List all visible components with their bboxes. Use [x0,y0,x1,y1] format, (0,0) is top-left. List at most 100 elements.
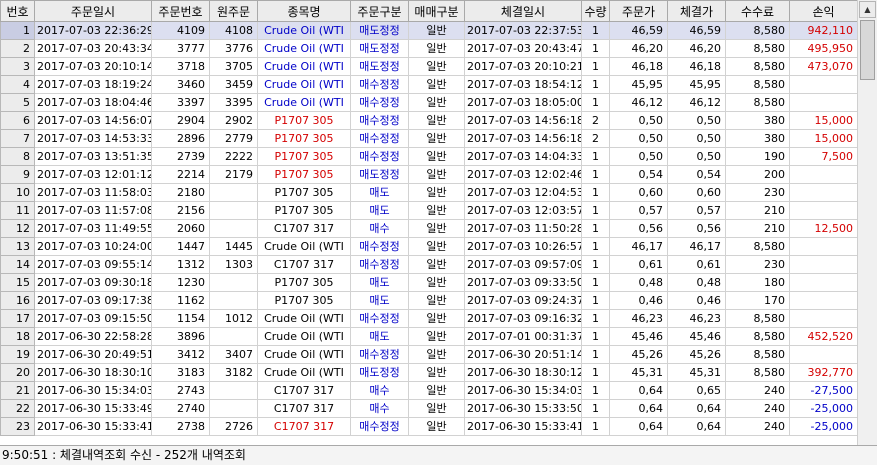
order-type-cell: 매도정정 [350,39,409,58]
column-header[interactable]: 체결가 [667,0,726,22]
table-row[interactable]: 4 2017-07-03 18:19:24 3460 3459 Crude Oil (W… [0,75,857,94]
trade-type-cell: 일반 [408,255,465,274]
order-time-cell: 2017-06-30 15:33:41 [34,417,152,436]
table-row[interactable]: 1 2017-07-03 22:36:29 4109 4108 Crude Oil (W… [0,21,857,40]
order-type-cell: 매도 [350,291,409,310]
symbol-cell: P1707 305 [257,291,351,310]
table-row[interactable]: 8 2017-07-03 13:51:35 2739 2222 P1707 305 매수정… [0,147,857,166]
table-row[interactable]: 7 2017-07-03 14:53:33 2896 2779 P1707 305 매수정… [0,129,857,148]
trade-type-cell: 일반 [408,21,465,40]
fee-cell: 8,580 [725,57,790,76]
fee-cell: 230 [725,183,790,202]
order-no-cell: 2743 [151,381,210,400]
table-row[interactable]: 14 2017-07-03 09:55:14 1312 1303 C1707 317 매수… [0,255,857,274]
order-time-cell: 2017-07-03 10:24:00 [34,237,152,256]
table-row[interactable]: 23 2017-06-30 15:33:41 2738 2726 C1707 317 매수… [0,417,857,436]
fill-time-cell: 2017-07-03 12:02:46 [464,165,582,184]
fill-time-cell: 2017-07-03 18:05:00 [464,93,582,112]
trade-type-cell: 일반 [408,417,465,436]
scroll-up-icon[interactable]: ▲ [859,1,876,18]
table-row[interactable]: 15 2017-07-03 09:30:18 1230 P1707 305 매도 일반 20… [0,273,857,292]
column-header[interactable]: 종목명 [257,0,351,22]
table-row[interactable]: 22 2017-06-30 15:33:49 2740 C1707 317 매수 일반 20… [0,399,857,418]
pnl-cell [789,165,857,184]
trade-type-cell: 일반 [408,381,465,400]
fill-price-cell: 46,23 [667,309,726,328]
column-header[interactable]: 원주문 [209,0,258,22]
trade-type-cell: 일반 [408,291,465,310]
order-price-cell: 0,64 [609,381,668,400]
row-number: 1 [0,21,35,40]
pnl-cell [789,93,857,112]
table-row[interactable]: 20 2017-06-30 18:30:10 3183 3182 Crude Oil (… [0,363,857,382]
order-time-cell: 2017-06-30 18:30:10 [34,363,152,382]
fill-time-cell: 2017-06-30 20:51:14 [464,345,582,364]
qty-cell: 1 [581,21,610,40]
fill-price-cell: 45,46 [667,327,726,346]
fee-cell: 240 [725,399,790,418]
column-header[interactable]: 번호 [0,0,35,22]
column-header[interactable]: 주문구분 [350,0,409,22]
order-type-cell: 매수정정 [350,237,409,256]
fill-time-cell: 2017-06-30 15:33:50 [464,399,582,418]
status-text: 9:50:51 : 체결내역조회 수신 - 252개 내역조회 [2,448,246,462]
column-header[interactable]: 주문가 [609,0,668,22]
column-header[interactable]: 매매구분 [408,0,465,22]
column-header[interactable]: 체결일시 [464,0,582,22]
orig-order-no-cell: 1303 [209,255,258,274]
order-price-cell: 0,64 [609,399,668,418]
order-price-cell: 46,23 [609,309,668,328]
row-number: 15 [0,273,35,292]
column-header[interactable]: 손익 [789,0,857,22]
fill-price-cell: 0,54 [667,165,726,184]
row-number: 11 [0,201,35,220]
table-row[interactable]: 10 2017-07-03 11:58:03 2180 P1707 305 매도 일반 20… [0,183,857,202]
column-header[interactable]: 주문일시 [34,0,152,22]
row-number: 23 [0,417,35,436]
table-row[interactable]: 17 2017-07-03 09:15:50 1154 1012 Crude Oil (… [0,309,857,328]
order-time-cell: 2017-07-03 09:17:38 [34,291,152,310]
fill-time-cell: 2017-07-03 09:57:09 [464,255,582,274]
row-number: 4 [0,75,35,94]
column-header[interactable]: 주문번호 [151,0,210,22]
fee-cell: 8,580 [725,345,790,364]
fill-time-cell: 2017-07-01 00:31:37 [464,327,582,346]
table-row[interactable]: 3 2017-07-03 20:10:14 3718 3705 Crude Oil (W… [0,57,857,76]
orig-order-no-cell: 2779 [209,129,258,148]
table-row[interactable]: 9 2017-07-03 12:01:12 2214 2179 P1707 305 매도정… [0,165,857,184]
table-row[interactable]: 16 2017-07-03 09:17:38 1162 P1707 305 매도 일반 20… [0,291,857,310]
order-time-cell: 2017-07-03 12:01:12 [34,165,152,184]
table-row[interactable]: 5 2017-07-03 18:04:46 3397 3395 Crude Oil (W… [0,93,857,112]
table-row[interactable]: 19 2017-06-30 20:49:51 3412 3407 Crude Oil (… [0,345,857,364]
order-price-cell: 0,54 [609,165,668,184]
order-price-cell: 45,95 [609,75,668,94]
order-no-cell: 2180 [151,183,210,202]
qty-cell: 1 [581,327,610,346]
trade-type-cell: 일반 [408,93,465,112]
order-no-cell: 2738 [151,417,210,436]
fee-cell: 210 [725,219,790,238]
scroll-thumb[interactable] [860,20,875,80]
table-row[interactable]: 11 2017-07-03 11:57:08 2156 P1707 305 매도 일반 20… [0,201,857,220]
column-header[interactable]: 수량 [581,0,610,22]
symbol-cell: P1707 305 [257,273,351,292]
orig-order-no-cell: 3705 [209,57,258,76]
order-no-cell: 3718 [151,57,210,76]
orig-order-no-cell [209,291,258,310]
pnl-cell: 392,770 [789,363,857,382]
table-row[interactable]: 12 2017-07-03 11:49:55 2060 C1707 317 매수 일반 20… [0,219,857,238]
trade-type-cell: 일반 [408,237,465,256]
table-row[interactable]: 13 2017-07-03 10:24:00 1447 1445 Crude Oil (… [0,237,857,256]
fee-cell: 8,580 [725,93,790,112]
table-row[interactable]: 2 2017-07-03 20:43:34 3777 3776 Crude Oil (W… [0,39,857,58]
table-row[interactable]: 6 2017-07-03 14:56:07 2904 2902 P1707 305 매수정… [0,111,857,130]
trade-type-cell: 일반 [408,399,465,418]
table-row[interactable]: 18 2017-06-30 22:58:28 3896 Crude Oil (WTI 매… [0,327,857,346]
column-header[interactable]: 수수료 [725,0,790,22]
fee-cell: 200 [725,165,790,184]
table-row[interactable]: 21 2017-06-30 15:34:03 2743 C1707 317 매수 일반 20… [0,381,857,400]
row-number: 21 [0,381,35,400]
vertical-scrollbar[interactable]: ▲ [857,0,877,445]
row-number: 22 [0,399,35,418]
qty-cell: 1 [581,201,610,220]
